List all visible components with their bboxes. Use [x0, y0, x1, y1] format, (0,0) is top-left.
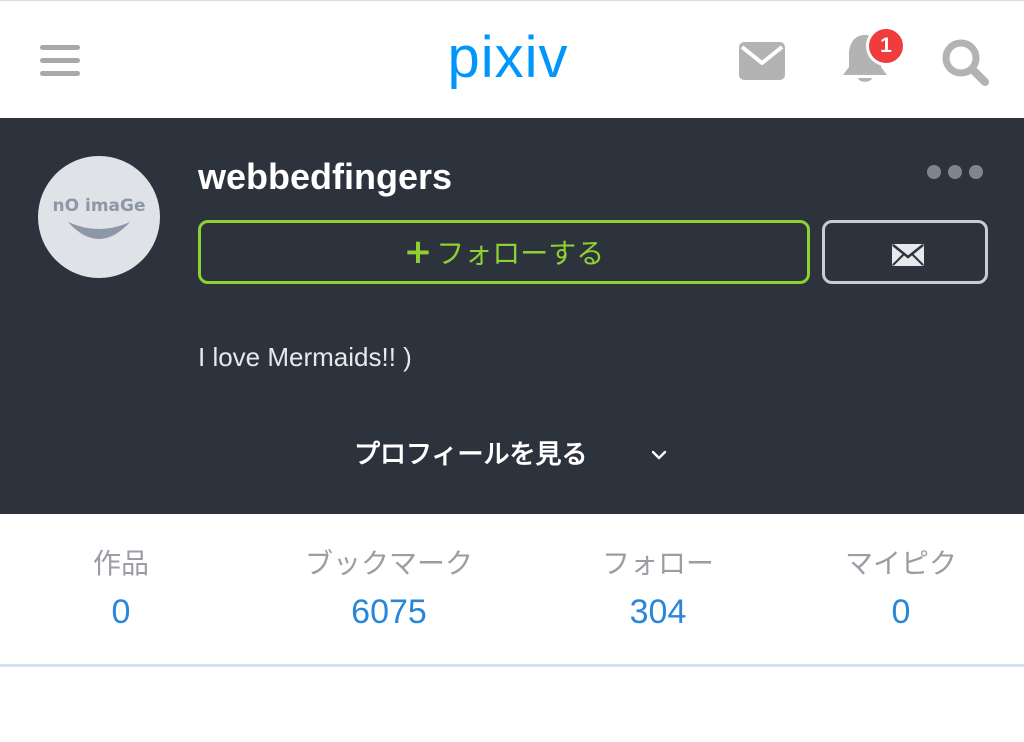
no-image-placeholder: nO imaGe [53, 196, 146, 239]
stat-value: 0 [111, 593, 131, 631]
envelope-icon [892, 244, 924, 266]
profile-bio: I love Mermaids!! ) [198, 342, 412, 372]
profile-stats: 作品 0 ブックマーク 6075 フォロー 304 マイピク 0 [0, 514, 1024, 664]
follow-button[interactable]: + フォローする [198, 220, 810, 284]
avatar[interactable]: nO imaGe [38, 156, 160, 278]
profile-header: nO imaGe webbedfingers + フォローする I love Me… [0, 118, 1024, 514]
username: webbedfingers [198, 156, 453, 197]
stat-mypixiv[interactable]: マイピク 0 [781, 544, 1021, 644]
stat-bookmarks[interactable]: ブックマーク 6075 [269, 544, 509, 644]
mail-icon[interactable] [738, 41, 786, 81]
stat-label: 作品 [92, 547, 149, 580]
stat-label: マイピク [844, 547, 957, 580]
menu-icon[interactable] [40, 45, 80, 77]
chevron-down-icon [651, 450, 667, 460]
plus-icon: + [403, 232, 433, 272]
stat-following[interactable]: フォロー 304 [538, 544, 778, 644]
stat-value: 304 [629, 593, 687, 631]
view-profile-toggle[interactable]: プロフィールを見る [354, 434, 674, 476]
stat-works[interactable]: 作品 0 [1, 544, 241, 644]
notification-badge: 1 [866, 26, 906, 66]
follow-button-label: フォローする [436, 237, 605, 270]
stat-value: 0 [891, 593, 911, 631]
pixiv-logo[interactable]: pixiv [428, 23, 588, 93]
top-navigation-bar: pixiv 1 [0, 0, 1024, 118]
stat-label: フォロー [601, 547, 714, 580]
more-options-icon[interactable] [924, 162, 990, 182]
stat-value: 6075 [351, 593, 427, 631]
stat-label: ブックマーク [304, 547, 473, 580]
message-button[interactable] [822, 220, 988, 284]
svg-text:nO imaGe: nO imaGe [53, 196, 146, 216]
view-profile-label: プロフィールを見る [354, 440, 588, 470]
search-icon[interactable] [940, 37, 990, 87]
content-area [0, 667, 1024, 742]
